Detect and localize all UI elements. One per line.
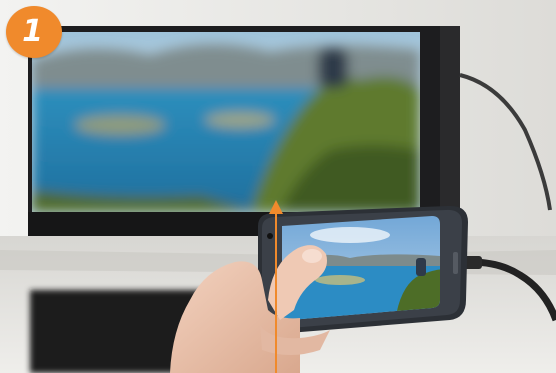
photo-scene	[0, 0, 556, 373]
photo-illustration	[0, 0, 556, 373]
step-number: 1	[22, 14, 43, 49]
step-number-badge: 1	[6, 6, 62, 58]
tv-screen	[32, 32, 420, 212]
tv	[28, 26, 460, 236]
